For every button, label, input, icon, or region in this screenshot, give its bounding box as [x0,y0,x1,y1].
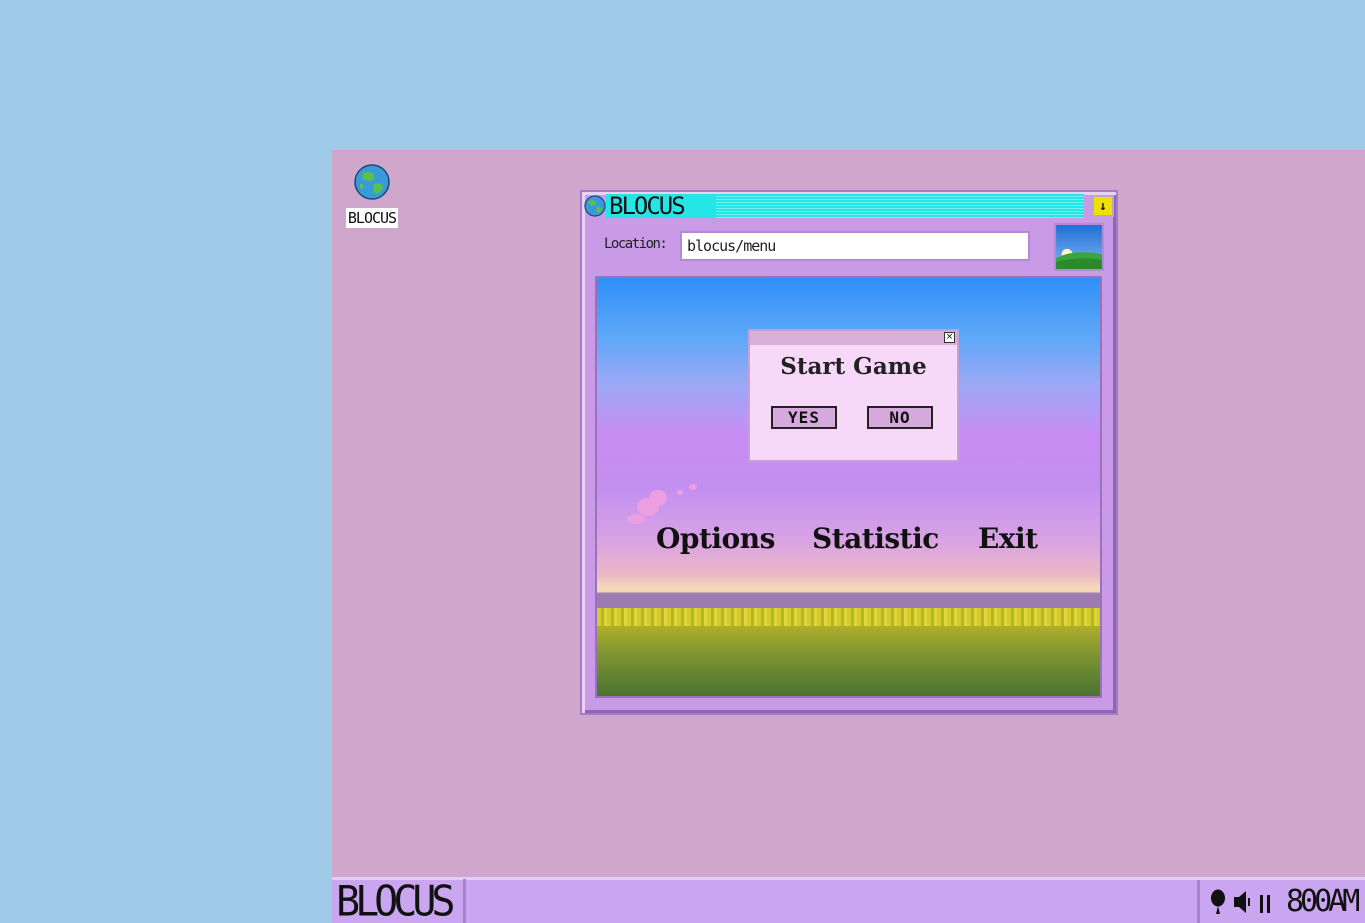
clock: 800AM [1286,884,1360,919]
dialog-title: Start Game [780,353,927,380]
game-viewport[interactable]: Options Statistic Exit × Start Game YES … [595,276,1102,698]
speaker-icon[interactable] [1232,889,1252,915]
arrow-down-icon: ↓ [1099,198,1107,214]
grass-strip [597,608,1100,626]
window-titlebar[interactable]: BLOCUS ↓ [582,192,1116,220]
signal-icon[interactable] [1258,889,1274,915]
start-game-dialog: × Start Game YES NO [748,329,959,462]
cloud [649,490,667,506]
cloud [689,484,697,490]
location-bar: Location: [582,223,1116,272]
balloon-icon[interactable] [1210,889,1226,915]
globe-icon [584,195,606,217]
dialog-titlebar: × [750,331,957,345]
titlebar-stripes [716,194,1084,218]
window-title: BLOCUS [609,192,686,220]
system-tray: 800AM [1197,880,1365,923]
desktop: BLOCUS BLOCUS ↓ Location: blocus/menu Op… [332,150,1365,877]
menu-statistic[interactable]: Statistic [812,522,939,555]
menu-options[interactable]: Options [656,522,775,555]
no-button[interactable]: NO [867,406,933,429]
location-input[interactable] [680,231,1030,261]
landscape-thumbnail-icon [1054,223,1104,271]
desktop-icon-blocus[interactable]: BLOCUS [338,164,406,228]
browser-window: BLOCUS ↓ Location: blocus/menu Options S… [580,190,1118,715]
desktop-icon-label: BLOCUS [345,208,399,228]
cloud [627,514,645,524]
minimize-button[interactable]: ↓ [1092,195,1114,217]
yes-button[interactable]: YES [771,406,837,429]
globe-icon [354,164,390,200]
start-button[interactable]: BLOCUS [332,878,466,923]
close-icon[interactable]: × [944,332,955,343]
location-label: Location: [604,236,668,252]
taskbar: BLOCUS 800AM [332,877,1365,923]
cloud [677,490,683,495]
menu-exit[interactable]: Exit [978,522,1038,555]
